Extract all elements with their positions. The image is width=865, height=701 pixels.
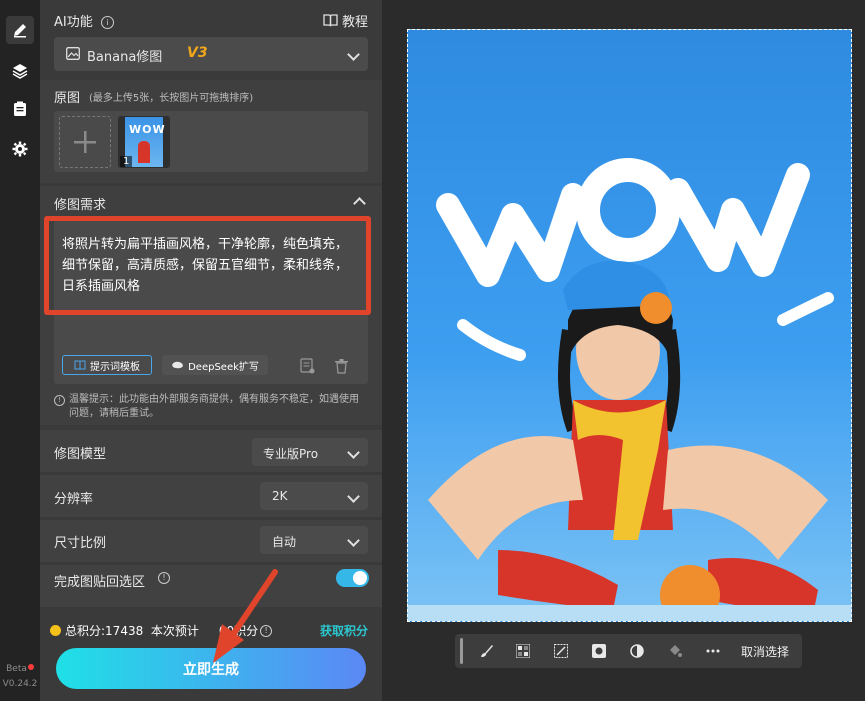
mask-icon[interactable] <box>589 641 609 661</box>
save-prompt-icon[interactable] <box>300 358 315 374</box>
beta-dot <box>27 664 34 670</box>
trash-icon[interactable] <box>335 359 348 374</box>
toolbar-drag-handle[interactable] <box>460 638 463 664</box>
canvas-illustration <box>408 158 851 621</box>
add-image-button[interactable] <box>59 116 111 168</box>
points-text: 总积分:17438 本次预计 <box>65 624 199 638</box>
prompt-input[interactable]: 将照片转为扁平插画风格，干净轮廓，纯色填充，细节保留，高清质感，保留五官细节，柔… <box>62 234 357 297</box>
original-section: 原图 (最多上传5张，长按图片可拖拽排序) WOW 1 <box>40 80 382 183</box>
thumbnail-figure <box>138 141 150 163</box>
resolution-select[interactable]: 2K <box>260 482 368 510</box>
layers-icon[interactable] <box>6 57 34 85</box>
whale-icon <box>172 361 184 369</box>
paste-back-info-icon[interactable]: ! <box>158 572 170 584</box>
prompt-template-label: 提示词模板 <box>90 361 140 373</box>
chevron-down-icon <box>347 490 360 503</box>
resolution-label: 分辨率 <box>54 492 94 507</box>
deepseek-expand-button[interactable]: DeepSeek扩写 <box>162 355 268 375</box>
model-value: 专业版Pro <box>263 447 319 461</box>
contrast-icon[interactable] <box>627 641 647 661</box>
generate-button[interactable]: 立即生成 <box>56 648 366 689</box>
points-estimate: 00积分 <box>218 624 259 638</box>
chevron-down-icon <box>347 534 360 547</box>
coin-icon <box>50 625 61 636</box>
plus-icon <box>74 131 96 153</box>
history-icon[interactable] <box>6 95 34 123</box>
notice-info-icon: ! <box>54 395 65 406</box>
ratio-row: 尺寸比例 自动 <box>40 520 382 562</box>
ai-feature-title: AI功能 i <box>54 11 114 30</box>
resolution-value: 2K <box>272 489 288 503</box>
ai-feature-title-text: AI功能 <box>54 15 93 30</box>
ratio-select[interactable]: 自动 <box>260 526 368 554</box>
prompt-highlight-box: 将照片转为扁平插画风格，干净轮廓，纯色填充，细节保留，高清质感，保留五官细节，柔… <box>44 216 371 315</box>
thumbnail-index: 1 <box>120 156 133 167</box>
book-open-icon <box>74 360 86 370</box>
paste-back-label: 完成图贴回选区 <box>54 575 146 590</box>
chevron-down-icon <box>347 446 360 459</box>
thumbnail-strip: WOW 1 <box>54 111 368 172</box>
tutorial-link[interactable]: 教程 <box>323 11 368 30</box>
thumbnail-image[interactable]: WOW 1 <box>118 116 170 168</box>
edit-request-title: 修图需求 <box>54 198 107 213</box>
ratio-value: 自动 <box>272 535 297 549</box>
paint-bucket-icon[interactable] <box>665 641 685 661</box>
brush-icon[interactable] <box>477 641 497 661</box>
edit-tool-icon[interactable] <box>6 16 34 44</box>
points-info: 总积分:17438 本次预计 00积分 ! <box>50 622 273 639</box>
paste-back-row: 完成图贴回选区 ! <box>40 565 382 607</box>
model-select[interactable]: 专业版Pro <box>252 438 368 466</box>
model-row: 修图模型 专业版Pro <box>40 430 382 472</box>
notice: ! 温馨提示：此功能由外部服务商提供，偶有服务不稳定，如遇使用问题，请稍后重试。 <box>54 393 366 421</box>
version-label: V0.24.2 <box>2 679 38 689</box>
edit-request-section: 修图需求 将照片转为扁平插画风格，干净轮廓，纯色填充，细节保留，高清质感，保留五… <box>40 186 382 425</box>
tutorial-label: 教程 <box>341 15 368 30</box>
info-icon[interactable]: i <box>100 16 114 29</box>
cancel-selection-button[interactable]: 取消选择 <box>741 643 789 660</box>
settings-gear-icon[interactable] <box>6 135 34 163</box>
prompt-template-button[interactable]: 提示词模板 <box>62 355 152 375</box>
generate-button-label: 立即生成 <box>183 661 239 678</box>
original-title: 原图 <box>54 91 81 106</box>
mode-select[interactable]: Banana修图 V3 <box>54 37 368 71</box>
model-label: 修图模型 <box>54 447 107 462</box>
beta-label: Beta <box>0 664 40 674</box>
original-hint: (最多上传5张，长按图片可拖拽排序) <box>89 93 254 104</box>
ratio-label: 尺寸比例 <box>54 536 107 551</box>
checker-select-icon[interactable] <box>513 641 533 661</box>
notice-text: 温馨提示：此功能由外部服务商提供，偶有服务不稳定，如遇使用问题，请稍后重试。 <box>69 394 359 419</box>
canvas-toolbar: 取消选择 <box>455 634 802 668</box>
thumbnail-text: WOW <box>129 123 166 136</box>
tool-rail: Beta V0.24.2 <box>0 0 40 701</box>
points-info-icon[interactable]: ! <box>260 624 273 637</box>
invert-select-icon[interactable] <box>551 641 571 661</box>
resolution-row: 分辨率 2K <box>40 475 382 517</box>
book-icon <box>323 14 338 27</box>
ai-panel: AI功能 i 教程 Banana修图 V3 原图 (最多上传5张，长按图片可拖拽… <box>40 0 382 701</box>
toggle-knob <box>353 571 367 585</box>
image-edit-icon <box>66 47 80 60</box>
get-points-link[interactable]: 获取积分 <box>320 622 368 639</box>
mode-version-badge: V3 <box>187 45 208 61</box>
chevron-up-icon[interactable] <box>353 197 366 210</box>
deepseek-label: DeepSeek扩写 <box>188 361 259 373</box>
more-options-icon[interactable] <box>703 641 723 661</box>
mode-name: Banana修图 <box>87 50 163 65</box>
chevron-down-icon <box>347 48 360 61</box>
canvas-image[interactable] <box>407 29 852 622</box>
paste-back-toggle[interactable] <box>336 569 369 587</box>
